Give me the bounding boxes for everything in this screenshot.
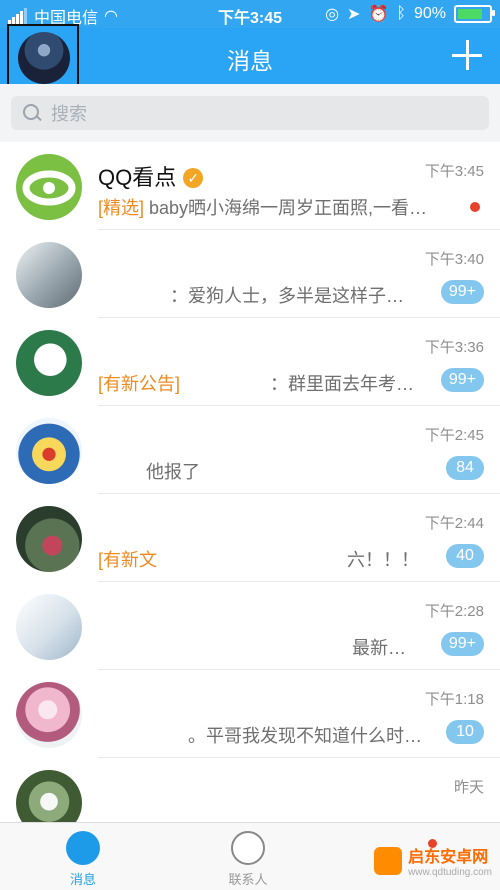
conversation-row[interactable]: 。平哥我发现不知道什么时… 下午1:18 10 — [0, 670, 500, 758]
battery-percent: 90% — [413, 5, 446, 22]
verified-icon: ✓ — [183, 168, 204, 188]
chat-time: 下午3:40 — [424, 251, 484, 268]
conversation-row[interactable]: 他报了 下午2:45 84 — [0, 406, 500, 494]
chat-time: 下午2:45 — [424, 427, 484, 444]
chat-time: 下午2:28 — [424, 603, 484, 620]
tab-label: 消息 — [69, 872, 96, 887]
tab-label: 联系人 — [228, 872, 268, 887]
chat-preview: ：爱狗人士，多半是这样子… — [170, 286, 404, 306]
chat-time: 下午2:44 — [424, 515, 484, 532]
avatar — [16, 154, 82, 220]
conversation-row[interactable]: 最新… 下午2:28 99+ — [0, 582, 500, 670]
chat-preview: [精选] baby晒小海绵一周岁正面照,一看… — [98, 198, 428, 218]
avatar — [16, 242, 82, 308]
conversation-row[interactable]: QQ看点 ✓ [精选] baby晒小海绵一周岁正面照,一看… 下午3:45 — [0, 142, 500, 230]
alarm-icon: ⏰ — [368, 6, 389, 23]
chat-preview: [有新文 六！！！ — [98, 550, 420, 570]
tab-messages[interactable]: 消息 — [23, 831, 143, 888]
conversation-list: QQ看点 ✓ [精选] baby晒小海绵一周岁正面照,一看… 下午3:45 ：爱狗… — [0, 142, 500, 822]
watermark-url: www.qdtuding.com — [408, 867, 492, 878]
chat-face-icon — [66, 831, 100, 865]
conversation-row[interactable]: [有新文 六！！！ 下午2:44 40 — [0, 494, 500, 582]
watermark-logo — [374, 846, 403, 875]
unread-badge: 99+ — [440, 368, 484, 392]
unread-badge: 84 — [446, 456, 484, 480]
chat-preview: 最新… — [352, 638, 406, 658]
unread-badge: 10 — [446, 720, 484, 744]
battery-icon — [454, 5, 495, 23]
avatar — [16, 594, 82, 660]
conversation-row[interactable]: 昨天 — [0, 758, 500, 822]
chat-preview: [有新公告] ：群里面去年考… — [98, 374, 415, 394]
top-navigation: 消息 — [0, 24, 500, 92]
chat-time: 下午3:36 — [424, 339, 484, 356]
status-right-icons: ◎ ➤ ⏰ ᛒ 90% — [325, 4, 495, 24]
page-title: 消息 — [227, 48, 273, 74]
search-area: 搜索 — [0, 84, 500, 142]
bottom-tab-bar: 消息 联系人 启东安卓网 www.qdtuding.com — [0, 822, 500, 890]
avatar — [16, 682, 82, 748]
avatar — [16, 418, 82, 484]
search-icon — [23, 104, 41, 122]
chat-name: QQ看点 ✓ — [98, 160, 204, 192]
chat-preview: 他报了 — [146, 462, 200, 482]
tab-contacts[interactable]: 联系人 — [188, 831, 308, 888]
unread-badge: 99+ — [440, 632, 484, 656]
avatar — [16, 330, 82, 396]
unread-badge: 40 — [446, 544, 484, 568]
avatar — [16, 770, 82, 822]
chat-time: 下午3:45 — [424, 163, 484, 180]
unread-badge: 99+ — [440, 280, 484, 304]
watermark-name: 启东安卓网 — [408, 849, 489, 866]
chat-time: 昨天 — [453, 779, 484, 796]
unread-dot — [470, 202, 480, 212]
contacts-icon — [231, 831, 265, 865]
chat-preview: 。平哥我发现不知道什么时… — [188, 726, 422, 746]
search-placeholder: 搜索 — [51, 104, 87, 124]
eye-icon — [22, 170, 76, 206]
lock-rotation-icon: ◎ — [325, 6, 340, 23]
location-icon: ➤ — [347, 6, 361, 23]
bluetooth-icon: ᛒ — [396, 5, 406, 22]
search-input[interactable]: 搜索 — [11, 96, 489, 130]
conversation-row[interactable]: ：爱狗人士，多半是这样子… 下午3:40 99+ — [0, 230, 500, 318]
avatar — [16, 506, 82, 572]
conversation-row[interactable]: [有新公告] ：群里面去年考… 下午3:36 99+ — [0, 318, 500, 406]
chat-time: 下午1:18 — [424, 691, 484, 708]
add-icon[interactable] — [452, 40, 482, 70]
site-watermark: 启东安卓网 www.qdtuding.com — [374, 843, 492, 878]
